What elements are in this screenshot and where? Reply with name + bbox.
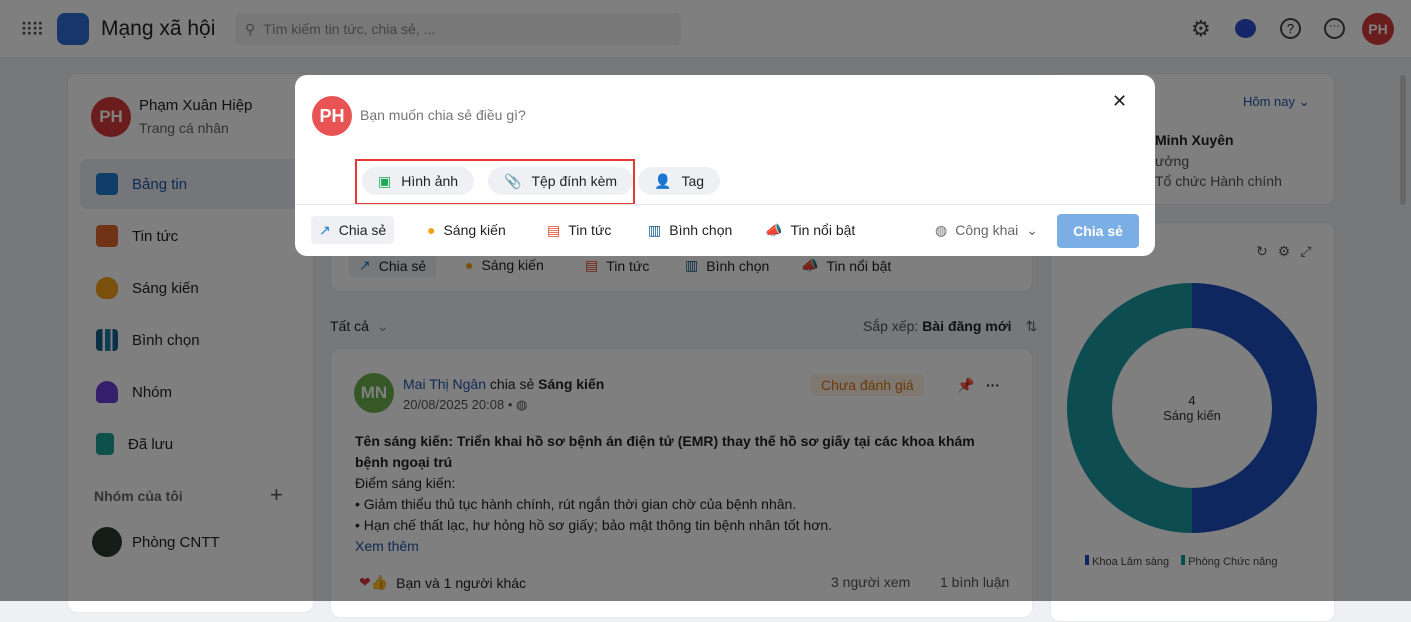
type-news[interactable]: ▤ Tin tức [539, 216, 619, 244]
modal-avatar: PH [312, 96, 352, 136]
share-modal: PH ✕ ▣Hình ảnh 📎Tệp đính kèm 👤Tag ↗Chia … [295, 75, 1155, 256]
attach-file-button[interactable]: 📎 Tệp đính kèm [488, 167, 634, 195]
paperclip-icon: 📎 [504, 172, 522, 189]
type-poll[interactable]: ▥ Bình chọn [640, 216, 740, 244]
megaphone-icon: 📣 [765, 221, 783, 238]
tag-user-icon: 👤 [654, 172, 672, 189]
submit-share-button[interactable]: Chia sẻ [1057, 214, 1139, 248]
privacy-select[interactable]: ◍ Công khai ⌄ [927, 216, 1046, 244]
image-icon: ▣ [378, 172, 392, 189]
type-highlight[interactable]: 📣 Tin nổi bật [757, 216, 863, 244]
tag-button[interactable]: 👤 Tag [638, 167, 721, 195]
lightbulb-icon: ● [427, 222, 436, 238]
divider [295, 204, 1155, 205]
bar-chart-icon: ▥ [648, 221, 662, 238]
type-initiative[interactable]: ● Sáng kiến [419, 216, 514, 244]
type-share[interactable]: ↗ Chia sẻ [311, 216, 395, 244]
globe-icon: ◍ [935, 221, 948, 238]
news-icon: ▤ [547, 221, 561, 238]
attach-image-button[interactable]: ▣ Hình ảnh [362, 167, 475, 195]
close-icon[interactable]: ✕ [1112, 91, 1127, 112]
chevron-down-icon: ⌄ [1026, 221, 1038, 238]
share-icon: ↗ [319, 221, 331, 238]
post-content-input[interactable] [360, 107, 1060, 123]
